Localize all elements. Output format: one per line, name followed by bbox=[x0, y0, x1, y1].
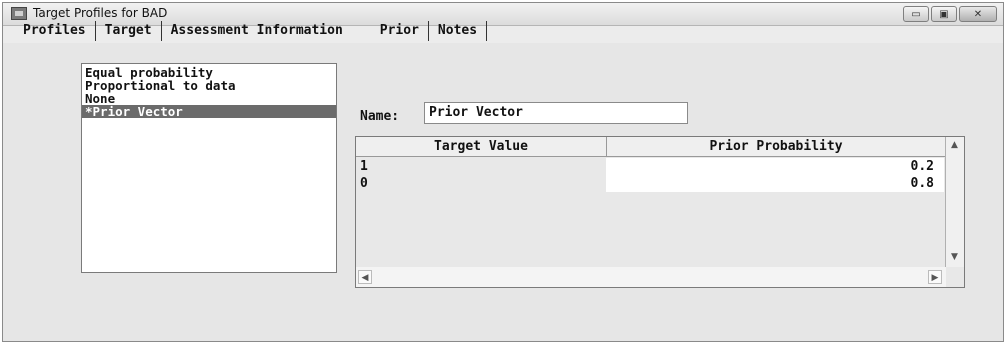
scroll-left-icon[interactable]: ◀ bbox=[358, 270, 372, 284]
vertical-scrollbar[interactable]: ▲ ▼ bbox=[945, 137, 964, 267]
prior-probability-cell[interactable]: 0.2 bbox=[606, 158, 944, 175]
list-item[interactable]: Proportional to data bbox=[82, 79, 336, 92]
tab-prior[interactable]: Prior bbox=[371, 21, 429, 41]
tab-target[interactable]: Target bbox=[96, 21, 162, 41]
list-item-selected[interactable]: *Prior Vector bbox=[82, 105, 336, 118]
table-row: 1 0.2 bbox=[356, 158, 946, 175]
target-value-cell: 1 bbox=[360, 159, 368, 174]
close-button[interactable]: ✕ bbox=[959, 6, 997, 22]
scroll-down-icon[interactable]: ▼ bbox=[948, 251, 961, 264]
column-header-prior-probability[interactable]: Prior Probability bbox=[607, 137, 945, 157]
tab-profiles[interactable]: Profiles bbox=[15, 21, 96, 41]
window-controls: ▭ ▣ ✕ bbox=[903, 6, 997, 22]
name-input[interactable]: Prior Vector bbox=[424, 102, 688, 124]
maximize-button[interactable]: ▣ bbox=[931, 6, 957, 22]
app-icon bbox=[11, 7, 27, 20]
target-value-cell: 0 bbox=[360, 176, 368, 191]
table-header: Target Value Prior Probability bbox=[356, 137, 946, 157]
scroll-up-icon[interactable]: ▲ bbox=[948, 139, 961, 152]
column-header-target-value[interactable]: Target Value bbox=[356, 137, 607, 157]
prior-probability-cell[interactable]: 0.8 bbox=[606, 175, 944, 192]
horizontal-scrollbar[interactable]: ◀ ▶ bbox=[356, 267, 946, 287]
name-label: Name: bbox=[360, 109, 400, 124]
tab-assessment-information[interactable]: Assessment Information bbox=[162, 21, 371, 41]
tab-notes[interactable]: Notes bbox=[429, 21, 488, 41]
tab-bar: Profiles Target Assessment Information P… bbox=[15, 21, 488, 41]
minimize-button[interactable]: ▭ bbox=[903, 6, 929, 22]
prior-type-listbox[interactable]: Equal probability Proportional to data N… bbox=[81, 63, 337, 273]
scroll-right-icon[interactable]: ▶ bbox=[928, 270, 942, 284]
target-profiles-window: Target Profiles for BAD ▭ ▣ ✕ Profiles T… bbox=[2, 2, 1004, 342]
prior-probability-table: Target Value Prior Probability 1 0.2 0 0… bbox=[355, 136, 965, 288]
table-row: 0 0.8 bbox=[356, 175, 946, 192]
window-title: Target Profiles for BAD bbox=[33, 6, 168, 20]
